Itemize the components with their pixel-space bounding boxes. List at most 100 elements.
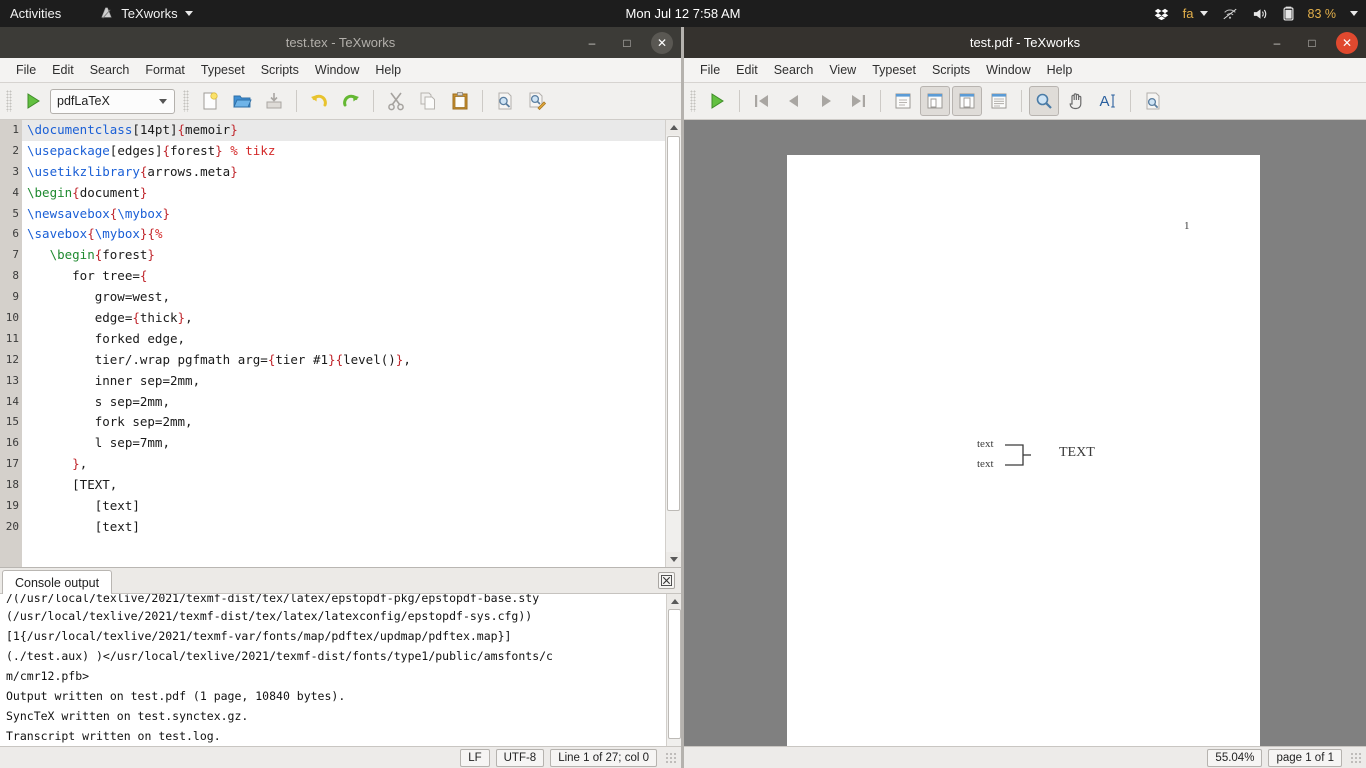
- app-menu-button[interactable]: TeXworks: [99, 6, 192, 21]
- menu-typeset[interactable]: Typeset: [864, 61, 924, 79]
- minimize-button[interactable]: –: [581, 32, 603, 54]
- menu-edit[interactable]: Edit: [44, 61, 82, 79]
- system-tray[interactable]: fa 83 %: [1154, 6, 1358, 21]
- close-button[interactable]: ✕: [1336, 32, 1358, 54]
- encoding-indicator[interactable]: UTF-8: [496, 749, 545, 767]
- menu-scripts[interactable]: Scripts: [253, 61, 307, 79]
- scroll-down-arrow[interactable]: [666, 552, 681, 567]
- code-line[interactable]: fork sep=2mm,: [22, 412, 665, 433]
- redo-icon[interactable]: [336, 86, 366, 116]
- code-line[interactable]: },: [22, 454, 665, 475]
- code-line[interactable]: l sep=7mm,: [22, 433, 665, 454]
- close-console-button[interactable]: [658, 572, 675, 589]
- maximize-button[interactable]: □: [616, 32, 638, 54]
- menu-format[interactable]: Format: [137, 61, 193, 79]
- dropbox-icon[interactable]: [1154, 7, 1169, 21]
- code-line[interactable]: inner sep=2mm,: [22, 371, 665, 392]
- code-line[interactable]: s sep=2mm,: [22, 392, 665, 413]
- maximize-button[interactable]: □: [1301, 32, 1323, 54]
- undo-icon[interactable]: [304, 86, 334, 116]
- pdf-window-controls[interactable]: – □ ✕: [1266, 27, 1358, 58]
- code-line[interactable]: grow=west,: [22, 287, 665, 308]
- last-page-icon[interactable]: [843, 86, 873, 116]
- next-page-icon[interactable]: [811, 86, 841, 116]
- resize-grip[interactable]: [665, 752, 677, 764]
- zoom-level-indicator[interactable]: 55.04%: [1207, 749, 1262, 767]
- replace-icon[interactable]: [522, 86, 552, 116]
- menu-help[interactable]: Help: [1039, 61, 1081, 79]
- scrollbar-thumb[interactable]: [668, 609, 681, 739]
- first-page-icon[interactable]: [747, 86, 777, 116]
- previous-page-icon[interactable]: [779, 86, 809, 116]
- toolbar-grip[interactable]: [690, 90, 696, 112]
- menu-search[interactable]: Search: [82, 61, 138, 79]
- code-line[interactable]: edge={thick},: [22, 308, 665, 329]
- code-line[interactable]: \begin{forest}: [22, 245, 665, 266]
- pan-tool-icon[interactable]: [1061, 86, 1091, 116]
- menu-window[interactable]: Window: [307, 61, 367, 79]
- pdf-titlebar[interactable]: test.pdf - TeXworks – □ ✕: [684, 27, 1366, 58]
- menu-typeset[interactable]: Typeset: [193, 61, 253, 79]
- toolbar-grip[interactable]: [6, 90, 12, 112]
- code-line[interactable]: \usetikzlibrary{arrows.meta}: [22, 162, 665, 183]
- code-line[interactable]: \usepackage[edges]{forest} % tikz: [22, 141, 665, 162]
- find-icon[interactable]: [1138, 86, 1168, 116]
- menu-window[interactable]: Window: [978, 61, 1038, 79]
- menu-scripts[interactable]: Scripts: [924, 61, 978, 79]
- code-line[interactable]: \documentclass[14pt]{memoir}: [22, 120, 665, 141]
- editor-window-controls[interactable]: – □ ✕: [581, 27, 673, 58]
- code-line[interactable]: [text]: [22, 517, 665, 538]
- console-output-tab[interactable]: Console output: [2, 570, 112, 595]
- typeset-run-icon[interactable]: [702, 86, 732, 116]
- source-code-text[interactable]: \documentclass[14pt]{memoir}\usepackage[…: [22, 120, 665, 567]
- code-line[interactable]: [TEXT,: [22, 475, 665, 496]
- pdf-menubar[interactable]: File Edit Search View Typeset Scripts Wi…: [684, 58, 1366, 83]
- text-select-tool-icon[interactable]: A: [1093, 86, 1123, 116]
- editor-titlebar[interactable]: test.tex - TeXworks – □ ✕: [0, 27, 681, 58]
- magnify-tool-icon[interactable]: [1029, 86, 1059, 116]
- activities-button[interactable]: Activities: [10, 6, 61, 21]
- code-line[interactable]: forked edge,: [22, 329, 665, 350]
- code-line[interactable]: [text]: [22, 496, 665, 517]
- cut-icon[interactable]: [381, 86, 411, 116]
- close-button[interactable]: ✕: [651, 32, 673, 54]
- editor-text-area[interactable]: 1234567891011121314151617181920 \documen…: [0, 120, 681, 567]
- save-file-icon[interactable]: [259, 86, 289, 116]
- console-output-text[interactable]: /(/usr/local/texlive/2021/texmf-dist/tex…: [0, 594, 666, 768]
- actual-size-icon[interactable]: [952, 86, 982, 116]
- scroll-up-arrow[interactable]: [667, 594, 681, 609]
- toolbar-grip-2[interactable]: [183, 90, 189, 112]
- typeset-run-icon[interactable]: [18, 86, 48, 116]
- menu-file[interactable]: File: [692, 61, 728, 79]
- pdf-page-canvas[interactable]: 1 text text TEXT: [787, 155, 1260, 746]
- copy-icon[interactable]: [413, 86, 443, 116]
- resize-grip[interactable]: [1350, 752, 1362, 764]
- fit-width-icon[interactable]: [888, 86, 918, 116]
- menu-view[interactable]: View: [821, 61, 864, 79]
- editor-vertical-scrollbar[interactable]: [665, 120, 681, 567]
- code-line[interactable]: \begin{document}: [22, 183, 665, 204]
- code-line[interactable]: \newsavebox{\mybox}: [22, 204, 665, 225]
- fit-page-icon[interactable]: [920, 86, 950, 116]
- wifi-off-icon[interactable]: [1222, 7, 1238, 21]
- console-vertical-scrollbar[interactable]: [666, 594, 681, 768]
- new-file-icon[interactable]: [195, 86, 225, 116]
- menu-file[interactable]: File: [8, 61, 44, 79]
- battery-icon[interactable]: [1283, 6, 1294, 21]
- minimize-button[interactable]: –: [1266, 32, 1288, 54]
- keyboard-layout-indicator[interactable]: fa: [1183, 6, 1208, 21]
- scroll-up-arrow[interactable]: [666, 120, 681, 135]
- volume-icon[interactable]: [1252, 7, 1269, 21]
- open-file-icon[interactable]: [227, 86, 257, 116]
- menu-help[interactable]: Help: [367, 61, 409, 79]
- find-icon[interactable]: [490, 86, 520, 116]
- paste-icon[interactable]: [445, 86, 475, 116]
- code-line[interactable]: \savebox{\mybox}{%: [22, 224, 665, 245]
- page-indicator[interactable]: page 1 of 1: [1268, 749, 1342, 767]
- editor-menubar[interactable]: File Edit Search Format Typeset Scripts …: [0, 58, 681, 83]
- code-line[interactable]: tier/.wrap pgfmath arg={tier #1}{level()…: [22, 350, 665, 371]
- menu-search[interactable]: Search: [766, 61, 822, 79]
- line-ending-indicator[interactable]: LF: [460, 749, 489, 767]
- typeset-engine-select[interactable]: pdfLaTeX: [50, 89, 175, 114]
- pdf-scroll-area[interactable]: 1 text text TEXT: [684, 120, 1366, 746]
